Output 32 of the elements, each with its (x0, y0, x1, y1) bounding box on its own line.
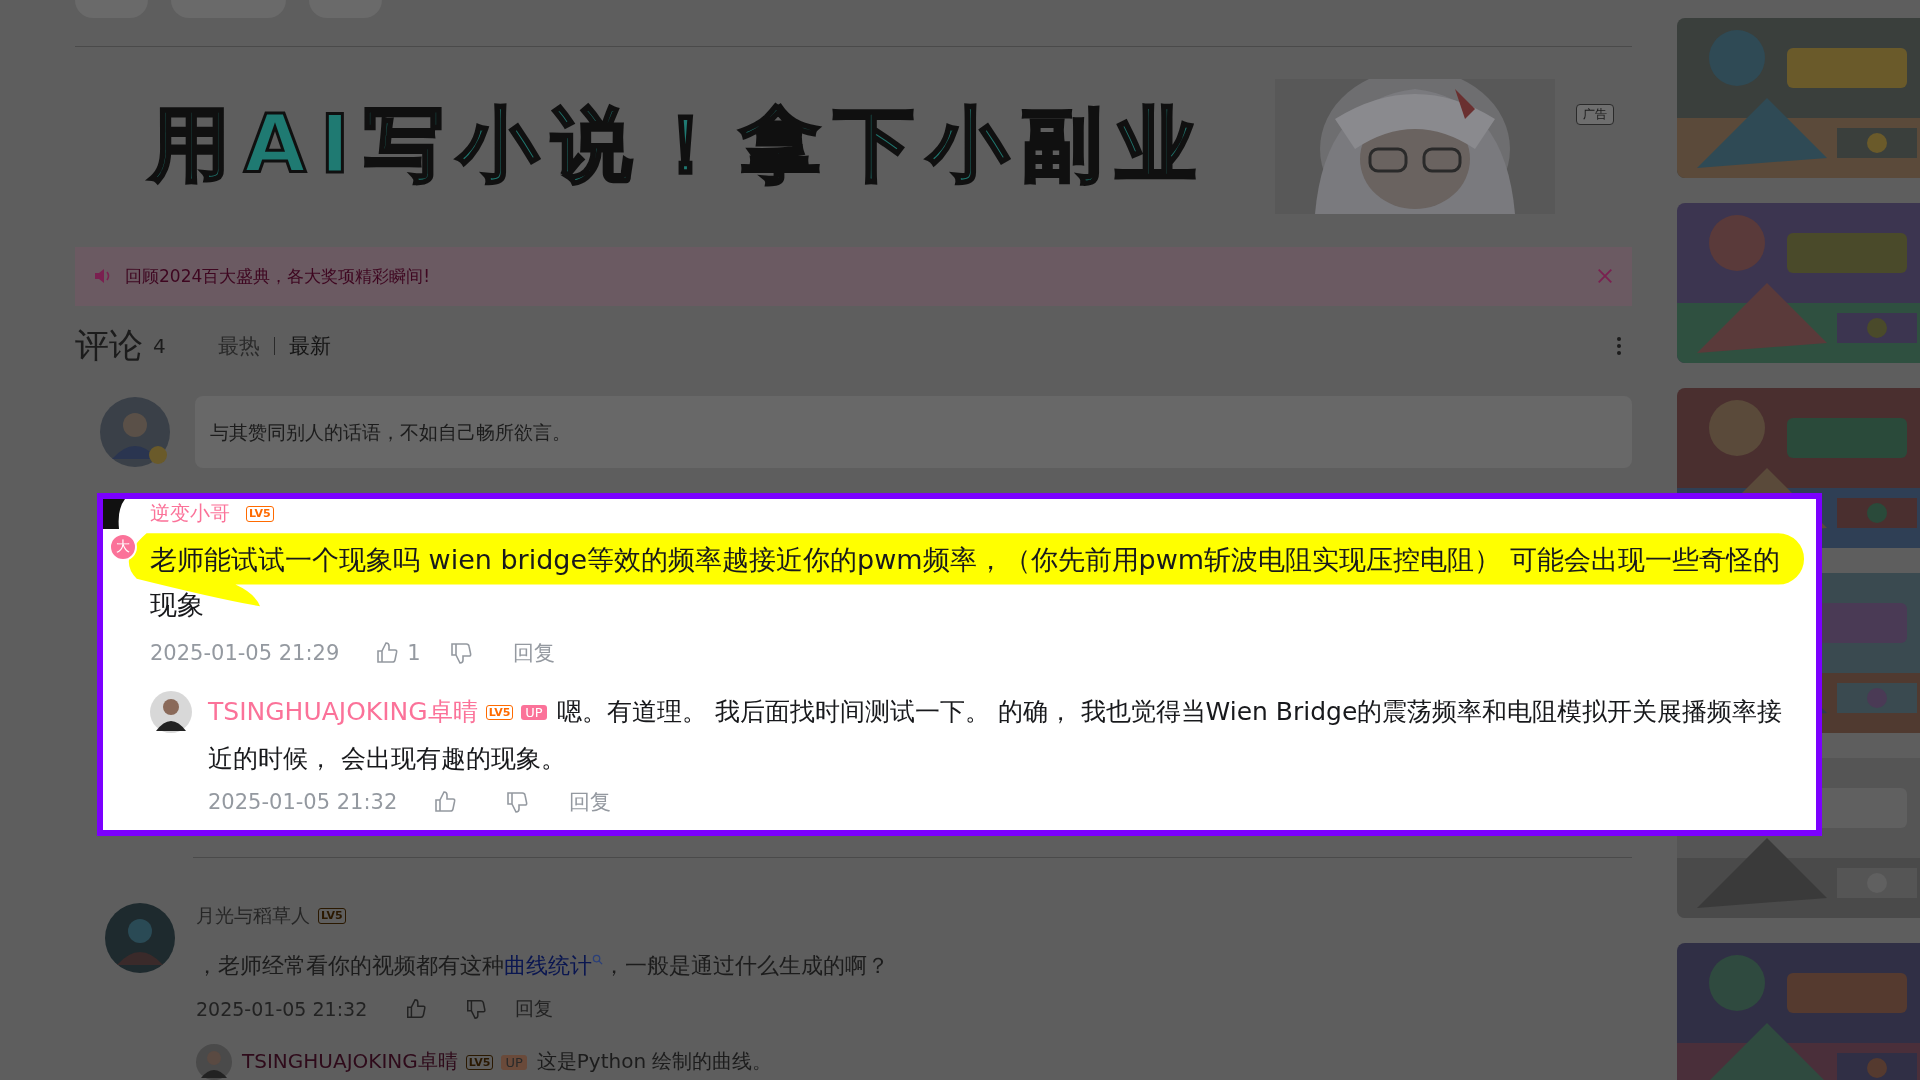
sort-tab[interactable]: 最新 (288, 332, 331, 361)
reply-link[interactable]: 回复 (515, 996, 554, 1022)
ad-banner[interactable]: 用AI写小说！拿下小副业 广告 (75, 79, 1632, 214)
like-count: 1 (407, 640, 421, 665)
up-badge: UP (521, 704, 547, 720)
level-badge: LV5 (485, 704, 514, 720)
comment-time: 2025-01-05 21:29 (150, 640, 340, 665)
reply-text: TSINGHUAJOKING卓晴 LV5 UP 这是Python 绘制的曲线。 (242, 1048, 773, 1076)
up-badge: UP (501, 1054, 527, 1070)
username[interactable]: TSINGHUAJOKING卓晴 (242, 1049, 458, 1074)
level-badge: LV5 (246, 505, 274, 522)
comment-time: 2025-01-05 21:32 (196, 998, 368, 1020)
username[interactable]: 月光与稻草人 (196, 903, 310, 929)
username[interactable]: 逆变小哥 (150, 500, 230, 528)
comment-input[interactable]: 与其赞同别人的话语，不如自己畅所欲言。 (195, 395, 1632, 468)
reply-text: TSINGHUAJOKING卓晴 LV5 UP 嗯。有道理。 我后面找时间测试一下。 的确， 我也觉得当Wien Bridge的震荡频率和电阻模拟开关展播频率接近的时候， 会出现有趣的现象。 (208, 695, 1784, 775)
comment-count: 4 (153, 334, 166, 359)
avatar-badge: 大 (109, 532, 137, 561)
comment-text: ，老师经常看你的视频都有这种曲线统计 ，一般是通过什么生成的啊？ (196, 952, 889, 980)
comment-time: 2025-01-05 21:32 (208, 789, 398, 814)
notice-text: 回顾2024百大盛典，各大奖项精彩瞬间! (125, 264, 431, 288)
ad-badge: 广告 (1576, 104, 1614, 125)
level-badge: LV5 (318, 908, 346, 924)
comment-text: 老师能试试一个现象吗 wien bridge等效的频率越接近你的pwm频率，（你先前用pwm斩波电阻实现压控电阻） 可能会出现一些奇怪的现象 (150, 542, 1781, 622)
level-badge: LV5 (465, 1054, 494, 1070)
notice-bar[interactable]: 回顾2024百大盛典，各大奖项精彩瞬间! (75, 247, 1632, 306)
banner-headline: 用AI写小说！拿下小副业 (150, 97, 1210, 194)
reply-link[interactable]: 回复 (512, 638, 555, 667)
comments-title: 评论 (75, 324, 143, 368)
username[interactable]: TSINGHUAJOKING卓晴 (208, 696, 478, 726)
reply-link[interactable]: 回复 (569, 787, 612, 816)
search-link[interactable]: 曲线统计 (504, 953, 603, 978)
